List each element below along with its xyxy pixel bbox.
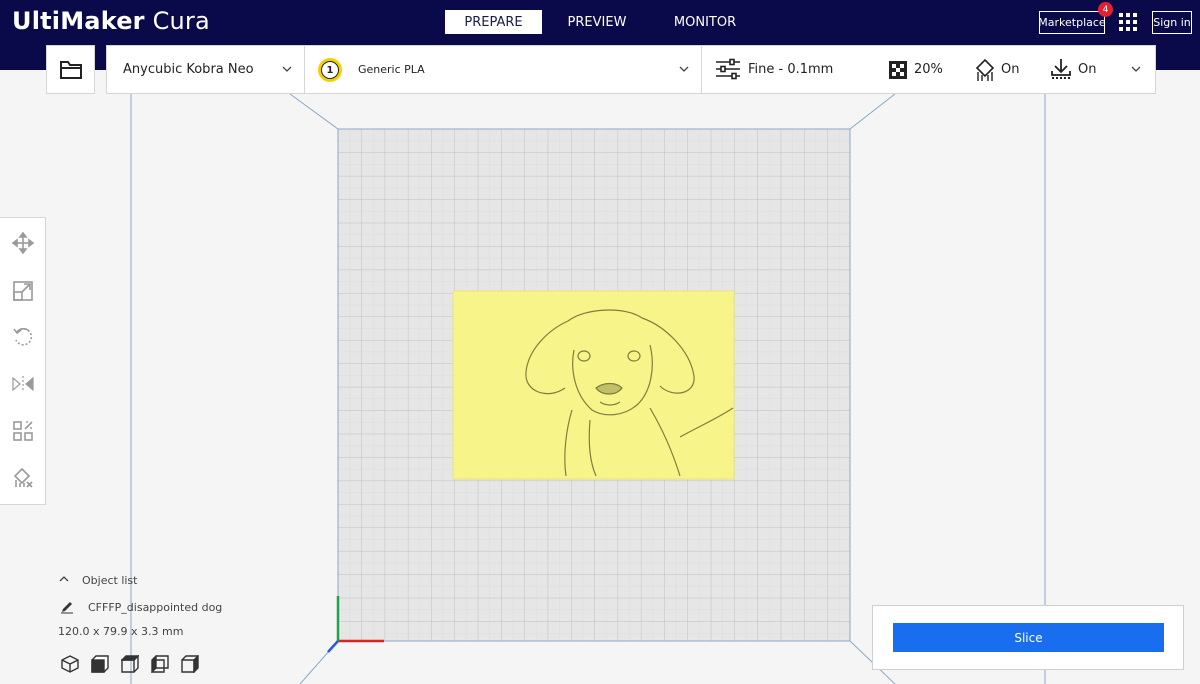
marketplace-button[interactable]: Marketplace: [1038, 11, 1106, 34]
sign-in-button[interactable]: Sign in: [1152, 11, 1192, 34]
rotate-tool-icon[interactable]: [12, 326, 34, 348]
extruder-icon: 1: [318, 58, 342, 82]
open-file-button[interactable]: [46, 45, 95, 94]
move-tool-icon[interactable]: [12, 232, 34, 254]
build-plate-viewport[interactable]: [0, 94, 1200, 684]
object-list-toggle[interactable]: Object list: [82, 574, 137, 587]
adhesion-value: On: [1078, 62, 1097, 77]
printer-selector[interactable]: Anycubic Kobra Neo: [107, 46, 304, 93]
scale-tool-icon[interactable]: [12, 280, 34, 302]
chevron-down-icon: [1131, 66, 1141, 72]
support-blocker-icon[interactable]: [12, 467, 34, 489]
mirror-tool-icon[interactable]: [12, 373, 34, 395]
profile-label: Fine - 0.1mm: [748, 62, 834, 77]
chevron-down-icon: [679, 66, 689, 72]
object-name[interactable]: CFFFP_disappointed dog: [88, 601, 222, 614]
support-icon: [975, 58, 995, 81]
infill-icon: [889, 61, 907, 79]
view-3d-icon[interactable]: [61, 655, 79, 673]
marketplace-notification-badge: 4: [1098, 2, 1113, 17]
view-right-icon[interactable]: [181, 655, 199, 673]
extruder-number: 1: [321, 61, 339, 79]
apps-grid-icon[interactable]: [1118, 12, 1138, 32]
per-model-settings-icon[interactable]: [12, 420, 34, 442]
slice-button[interactable]: Slice: [893, 623, 1164, 652]
slice-panel: Slice: [872, 605, 1184, 670]
object-dimensions: 120.0 x 79.9 x 3.3 mm: [58, 625, 184, 638]
view-top-icon[interactable]: [121, 655, 139, 673]
app-logo: UltiMaker Cura: [12, 7, 210, 35]
print-settings-selector[interactable]: Fine - 0.1mm 20% On On: [702, 46, 1155, 93]
tab-monitor[interactable]: MONITOR: [660, 10, 750, 34]
material-selector[interactable]: 1 Generic PLA: [305, 46, 701, 93]
chevron-up-icon[interactable]: [58, 574, 70, 584]
folder-icon: [60, 61, 82, 79]
pencil-icon[interactable]: [60, 600, 74, 614]
printer-name: Anycubic Kobra Neo: [123, 62, 254, 77]
chevron-down-icon: [282, 66, 292, 72]
model-dog-lithophane[interactable]: [452, 290, 735, 480]
view-front-icon[interactable]: [91, 655, 109, 673]
adhesion-icon: [1051, 59, 1071, 79]
tab-prepare[interactable]: PREPARE: [445, 10, 542, 34]
infill-value: 20%: [914, 62, 943, 77]
support-value: On: [1001, 62, 1020, 77]
material-name: Generic PLA: [358, 63, 425, 76]
settings-sliders-icon: [716, 58, 740, 80]
view-left-icon[interactable]: [151, 655, 169, 673]
tool-panel: [0, 217, 46, 505]
tab-preview[interactable]: PREVIEW: [552, 10, 642, 34]
